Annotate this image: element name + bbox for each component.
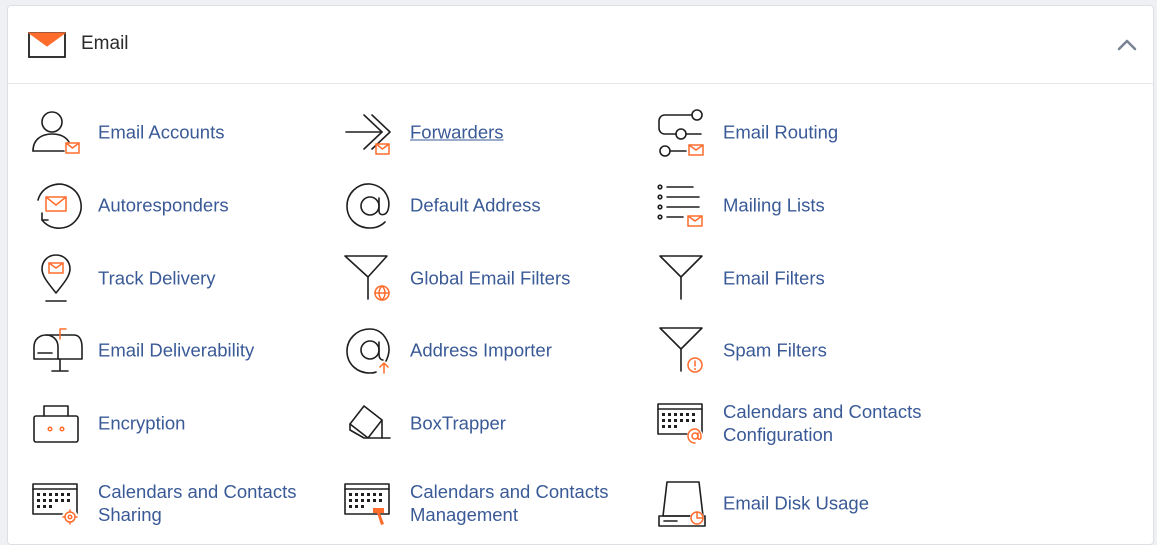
tool-label: Address Importer xyxy=(410,339,552,361)
tool-label: BoxTrapper xyxy=(410,412,506,434)
email-section-header[interactable]: Email xyxy=(8,6,1153,84)
calendar-at-icon xyxy=(657,403,703,444)
boxtrapper-icon xyxy=(349,405,391,439)
tool-mailing-lists[interactable]: Mailing Lists xyxy=(655,176,955,234)
tool-email-deliverability[interactable]: Email Deliverability xyxy=(30,321,330,379)
autoresponders-icon xyxy=(37,183,82,229)
tool-label: Mailing Lists xyxy=(723,194,825,216)
tool-label: Email Disk Usage xyxy=(723,492,869,514)
spam-filter-icon xyxy=(659,327,703,373)
tool-label: Track Delivery xyxy=(98,267,216,289)
tool-spam-filters[interactable]: Spam Filters xyxy=(655,321,955,379)
tool-label: Forwarders xyxy=(410,121,504,143)
at-sign-icon xyxy=(346,183,390,229)
section-title: Email xyxy=(81,33,129,54)
tool-track-delivery[interactable]: Track Delivery xyxy=(30,249,330,307)
tool-autoresponders[interactable]: Autoresponders xyxy=(30,176,330,234)
tool-label: Default Address xyxy=(410,194,541,216)
tool-calendars-contacts-configuration[interactable]: Calendars and Contacts Configuration xyxy=(655,394,955,452)
tool-label: Global Email Filters xyxy=(410,267,571,289)
disk-usage-icon xyxy=(658,481,706,527)
tool-email-disk-usage[interactable]: Email Disk Usage xyxy=(655,474,955,532)
chevron-up-icon[interactable] xyxy=(1115,34,1139,56)
tool-label: Calendars and Contacts Configuration xyxy=(723,401,922,445)
tool-encryption[interactable]: Encryption xyxy=(30,394,330,452)
tool-label: Email Filters xyxy=(723,267,825,289)
tool-calendars-contacts-management[interactable]: Calendars and Contacts Management xyxy=(342,474,642,532)
forwarders-icon xyxy=(345,114,391,155)
filter-icon xyxy=(659,255,703,300)
email-routing-icon xyxy=(658,109,704,157)
tool-label: Email Routing xyxy=(723,121,839,143)
tool-label: Spam Filters xyxy=(723,339,827,361)
tool-label: Calendars and Contacts Sharing xyxy=(98,481,297,525)
tool-address-importer[interactable]: Address Importer xyxy=(342,321,642,379)
tool-email-routing[interactable]: Email Routing xyxy=(655,103,955,161)
map-pin-icon xyxy=(41,254,71,302)
tool-email-accounts[interactable]: Email Accounts xyxy=(30,103,330,161)
email-section-panel: Email Email Accounts Forwarders Email Ro… xyxy=(7,5,1154,545)
mailbox-icon xyxy=(33,328,83,372)
tool-calendars-contacts-sharing[interactable]: Calendars and Contacts Sharing xyxy=(30,474,330,532)
tool-email-filters[interactable]: Email Filters xyxy=(655,249,955,307)
tool-label: Encryption xyxy=(98,412,186,434)
mailing-lists-icon xyxy=(657,184,703,227)
calendar-gear-icon xyxy=(32,483,78,525)
calendar-hammer-icon xyxy=(344,483,390,525)
tool-forwarders[interactable]: Forwarders xyxy=(342,103,642,161)
envelope-icon xyxy=(28,32,66,58)
tool-default-address[interactable]: Default Address xyxy=(342,176,642,234)
email-accounts-icon xyxy=(32,111,80,154)
tool-label: Calendars and Contacts Management xyxy=(410,481,609,525)
global-filter-icon xyxy=(344,255,390,301)
tool-label: Autoresponders xyxy=(98,194,229,216)
tool-label: Email Deliverability xyxy=(98,339,255,361)
tool-label: Email Accounts xyxy=(98,121,225,143)
tool-boxtrapper[interactable]: BoxTrapper xyxy=(342,394,642,452)
lock-box-icon xyxy=(33,405,79,443)
tool-global-email-filters[interactable]: Global Email Filters xyxy=(342,249,642,307)
address-importer-icon xyxy=(346,328,390,374)
